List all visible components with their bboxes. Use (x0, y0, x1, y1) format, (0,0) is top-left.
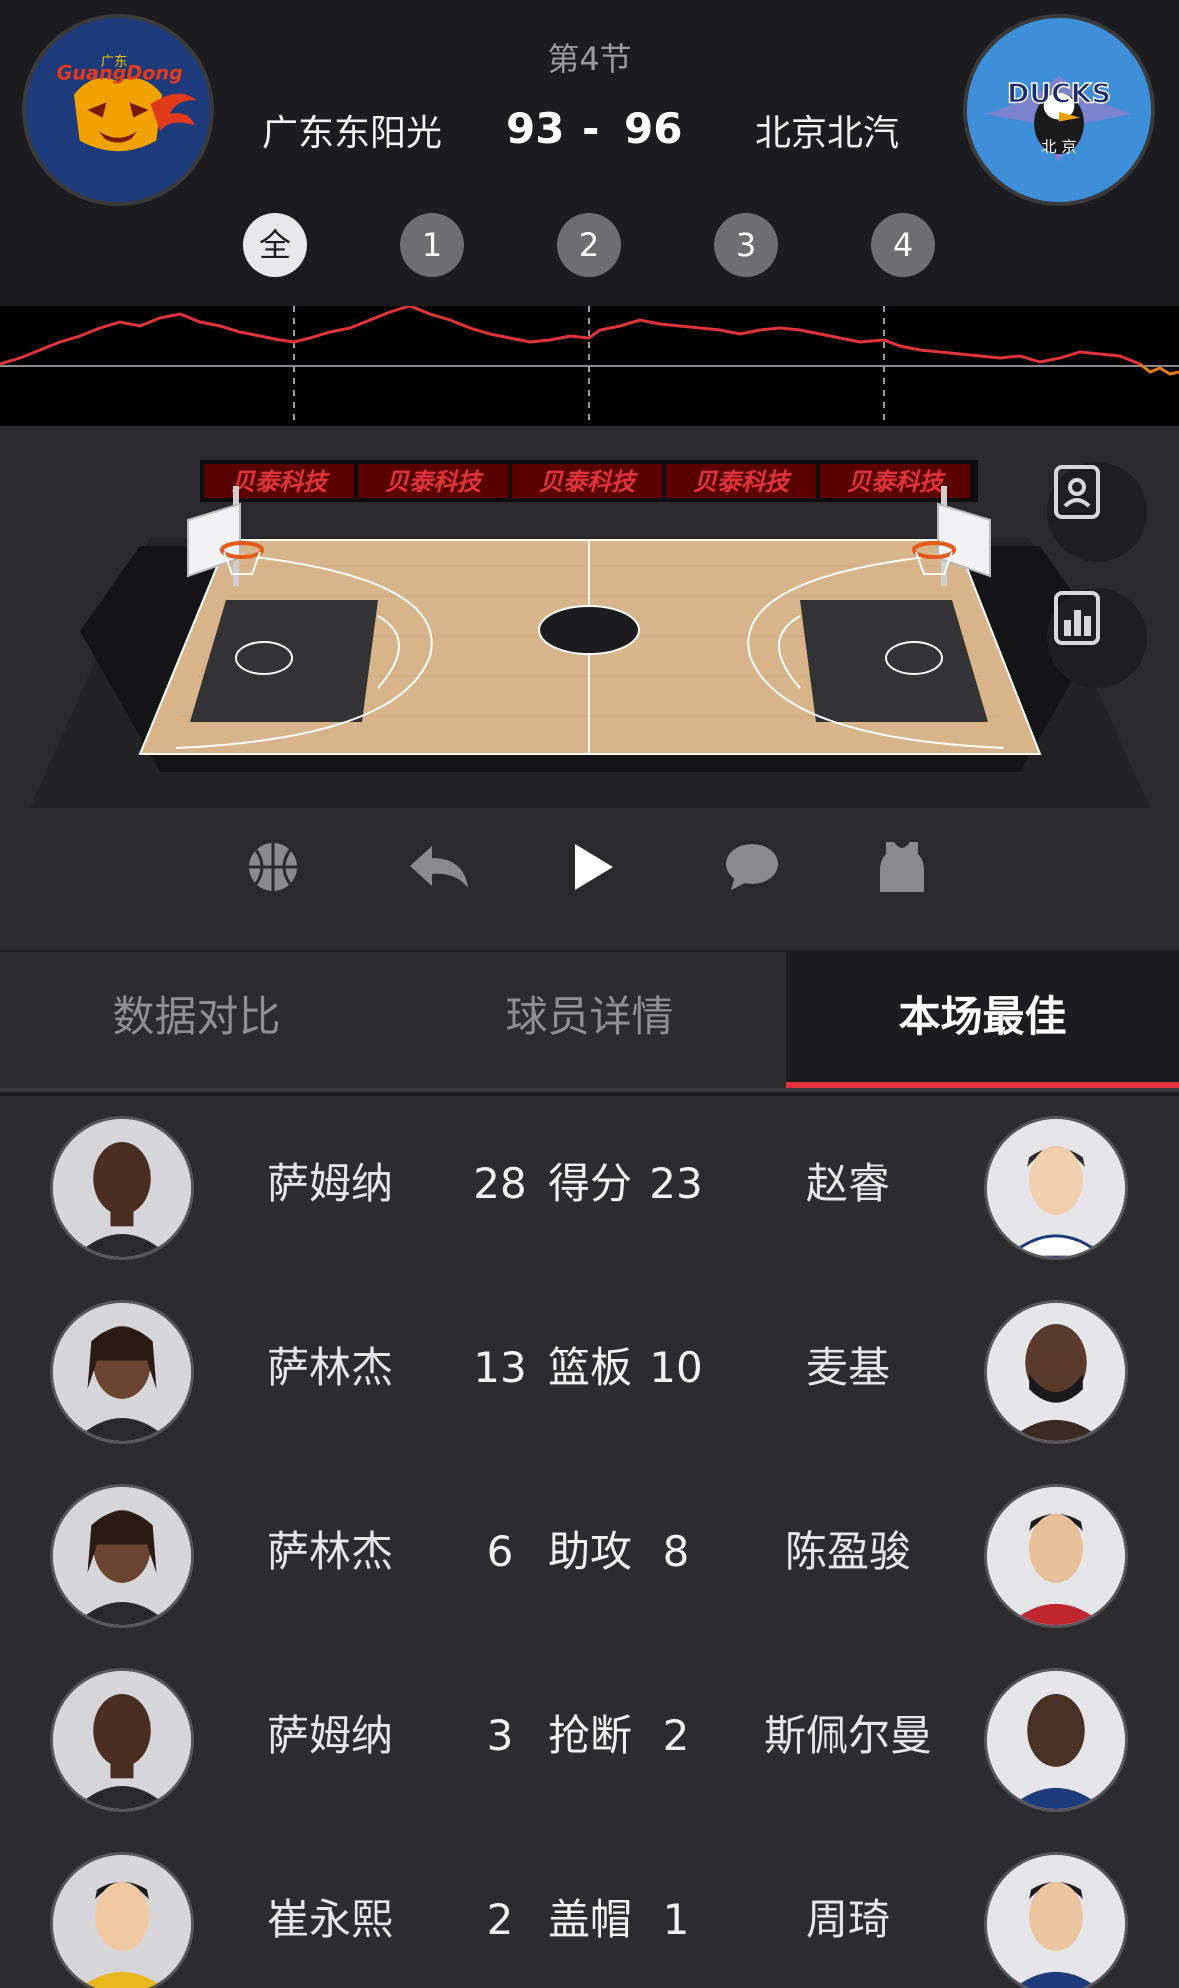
away-player-name: 周琦 (805, 1895, 890, 1944)
banner-text: 贝泰科技 (847, 468, 946, 496)
banner-text: 贝泰科技 (539, 468, 638, 496)
comment-icon (726, 844, 778, 890)
home-player-name: 萨姆纳 (266, 1711, 393, 1760)
game-header: 广东 GuangDong 第4节 广东东阳光 93 - 96 北京北汽 DUCK… (0, 0, 1179, 300)
away-stat-value: 8 (662, 1527, 690, 1576)
away-player-name: 斯佩尔曼 (763, 1711, 932, 1760)
score-separator: - (582, 104, 600, 153)
avatar[interactable] (984, 1116, 1128, 1260)
all-events-button[interactable] (246, 840, 306, 900)
section-tabs: 数据对比 球员详情 本场最佳 (0, 952, 1179, 1092)
home-stat-value: 6 (486, 1527, 514, 1576)
quarter-tab-2[interactable]: 2 (557, 213, 621, 277)
comment-button[interactable] (723, 840, 783, 900)
avatar[interactable] (50, 1668, 194, 1812)
home-score: 93 (506, 104, 565, 153)
stat-label: 抢断 (547, 1711, 632, 1760)
best-players-list: 萨姆纳 28 得分 23 赵睿 萨林杰 13 篮板 10 麦基 萨林杰 6 助攻… (0, 1096, 1179, 1988)
list-item[interactable]: 萨姆纳 3 抢断 2 斯佩尔曼 (0, 1656, 1179, 1840)
banner-text: 贝泰科技 (385, 468, 484, 496)
away-stat-value: 10 (649, 1343, 703, 1392)
court-view: 贝泰科技 贝泰科技 贝泰科技 贝泰科技 贝泰科技 (0, 426, 1179, 950)
quarter-tab-1[interactable]: 1 (400, 213, 464, 277)
avatar[interactable] (984, 1852, 1128, 1988)
home-stat-value: 2 (486, 1895, 514, 1944)
banner-text: 贝泰科技 (693, 468, 792, 496)
away-player-name: 麦基 (805, 1343, 890, 1392)
away-team-logo[interactable]: DUCKS 北 京 (963, 14, 1155, 206)
list-item[interactable]: 萨林杰 6 助攻 8 陈盈骏 (0, 1472, 1179, 1656)
avatar[interactable] (984, 1484, 1128, 1628)
lead-line (0, 306, 1141, 366)
score-flow-chart (0, 306, 1179, 426)
center-circle (538, 605, 640, 655)
avatar[interactable] (50, 1484, 194, 1628)
list-item[interactable]: 萨林杰 13 篮板 10 麦基 (0, 1288, 1179, 1472)
list-item[interactable]: 崔永熙 2 盖帽 1 周琦 (0, 1840, 1179, 1988)
bar-chart-icon (1054, 591, 1100, 645)
home-player-name: 萨林杰 (266, 1343, 393, 1392)
ducks-logo-icon: DUCKS 北 京 (967, 18, 1151, 202)
score-flow-graph (0, 306, 1179, 426)
back-arrow-icon (410, 846, 468, 888)
home-player-name: 萨林杰 (266, 1527, 393, 1576)
avatar[interactable] (50, 1300, 194, 1444)
avatar[interactable] (50, 1852, 194, 1988)
away-stat-value: 2 (662, 1711, 690, 1760)
away-stat-value: 23 (649, 1159, 703, 1208)
avatar[interactable] (984, 1668, 1128, 1812)
away-stat-value: 1 (662, 1895, 690, 1944)
rewind-button[interactable] (408, 840, 468, 900)
home-player-name: 萨姆纳 (266, 1159, 393, 1208)
home-team-name: 广东东阳光 (262, 113, 443, 154)
home-stat-value: 3 (486, 1711, 514, 1760)
stat-label: 助攻 (547, 1527, 632, 1576)
home-player-name: 崔永熙 (266, 1895, 393, 1944)
play-icon (575, 844, 613, 890)
avatar[interactable] (984, 1300, 1128, 1444)
stat-label: 篮板 (547, 1343, 632, 1392)
player-card-button[interactable] (1047, 462, 1147, 562)
banner-text: 贝泰科技 (231, 468, 330, 496)
svg-text:DUCKS: DUCKS (1007, 78, 1111, 109)
stat-label: 得分 (547, 1159, 632, 1208)
away-score: 96 (624, 104, 683, 153)
away-team-name: 北京北汽 (755, 113, 900, 154)
player-card-icon (1054, 465, 1100, 519)
basketball-icon (249, 843, 297, 891)
quarter-tab-4[interactable]: 4 (871, 213, 935, 277)
tab-player-details[interactable]: 球员详情 (393, 952, 786, 1088)
avatar[interactable] (50, 1116, 194, 1260)
list-item[interactable]: 萨姆纳 28 得分 23 赵睿 (0, 1104, 1179, 1288)
tab-best-players[interactable]: 本场最佳 (786, 952, 1179, 1088)
home-stat-value: 13 (473, 1343, 527, 1392)
lineup-button[interactable] (878, 840, 938, 900)
jersey-icon (880, 842, 924, 892)
stats-chart-button[interactable] (1047, 588, 1147, 688)
svg-text:北 京: 北 京 (1041, 138, 1077, 156)
tab-data-compare[interactable]: 数据对比 (0, 952, 393, 1088)
away-player-name: 赵睿 (805, 1159, 890, 1208)
quarter-tab-all[interactable]: 全 (243, 213, 307, 277)
quarter-tab-3[interactable]: 3 (714, 213, 778, 277)
stat-label: 盖帽 (547, 1895, 632, 1944)
home-stat-value: 28 (473, 1159, 527, 1208)
away-player-name: 陈盈骏 (784, 1527, 911, 1576)
play-button[interactable] (567, 840, 627, 900)
